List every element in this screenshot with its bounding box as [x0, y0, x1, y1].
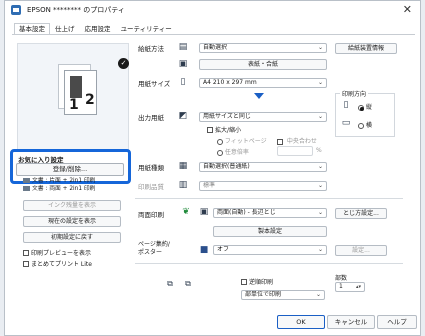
chevron-down-icon: ⌄: [317, 113, 323, 120]
divider: [135, 198, 403, 199]
cover-sheet-icon: ▣: [178, 59, 188, 69]
window-title: EPSON ******** のプロパティ: [27, 5, 125, 14]
margin-settings-button[interactable]: とじ方設定...: [335, 208, 387, 219]
multi-page-label: ページ集約/ ポスター: [138, 241, 170, 256]
duplex-label: 両面印刷: [138, 211, 164, 219]
cover-sheet-button[interactable]: 表紙・合紙: [199, 59, 327, 70]
chevron-down-icon: ⌄: [317, 182, 323, 189]
divider: [135, 263, 403, 264]
scale-checkbox[interactable]: 拡大/縮小: [207, 125, 241, 134]
landscape-icon: ▭: [341, 118, 351, 128]
preview-page-front: 1 2: [64, 70, 97, 115]
collate-icon-2: ⧉: [185, 279, 191, 288]
properties-window: EPSON ******** のプロパティ ✕ 基本設定 仕上げ 応用設定 ユー…: [4, 0, 421, 336]
close-icon[interactable]: ✕: [403, 3, 412, 16]
tab-divider: [12, 34, 415, 35]
paper-type-icon: ▦: [178, 161, 188, 171]
print-preview-checkbox[interactable]: 印刷プレビューを表示: [23, 248, 91, 257]
chevron-down-icon: ⌄: [317, 79, 323, 86]
reset-defaults-button[interactable]: 初期設定に戻す: [23, 232, 121, 243]
preview-image-bar: [70, 76, 82, 98]
chevron-down-icon: ⌄: [317, 44, 323, 51]
reverse-order-checkbox[interactable]: 逆順印刷: [241, 277, 273, 286]
multi-page-select[interactable]: オフ ⌄: [213, 245, 327, 255]
print-quality-label: 印刷品質: [138, 183, 164, 191]
copies-input[interactable]: 1 ▴▾: [335, 282, 365, 292]
arrow-down-icon: [254, 93, 264, 99]
duplex-icon: ▣: [199, 207, 209, 217]
checkbox-box[interactable]: [207, 126, 213, 133]
chevron-down-icon: ⌄: [317, 209, 323, 216]
current-settings-button[interactable]: 現在の設定を表示: [23, 216, 121, 227]
portrait-radio[interactable]: 縦: [358, 102, 372, 111]
list-item[interactable]: 文書 : 片面 + 2in1 印刷: [23, 177, 129, 185]
any-ratio-radio[interactable]: 任意倍率: [217, 147, 249, 156]
paper-type-label: 用紙種類: [138, 164, 164, 172]
radio-button: [217, 138, 223, 145]
chevron-down-icon: ⌄: [317, 163, 323, 170]
center-checkbox[interactable]: 中央合わせ: [277, 136, 317, 145]
output-paper-select[interactable]: 用紙サイズと同じ ⌄: [199, 112, 327, 122]
print-lite-checkbox[interactable]: まとめてプリント Lite: [23, 259, 92, 268]
paper-type-select[interactable]: 自動選択(普通紙) ⌄: [199, 162, 327, 172]
ink-remaining-button[interactable]: インク残量を表示: [23, 200, 121, 211]
landscape-radio[interactable]: 横: [358, 120, 372, 129]
paper-source-select[interactable]: 自動選択 ⌄: [199, 43, 327, 53]
multi-page-settings-button[interactable]: 設定...: [335, 245, 387, 256]
document-icon: [23, 178, 30, 183]
checkbox-box[interactable]: [23, 249, 29, 256]
help-button[interactable]: ヘルプ: [377, 315, 417, 329]
multi-page-icon: ■: [199, 245, 209, 255]
preview-page-2: 2: [85, 92, 95, 108]
paper-size-label: 用紙サイズ: [138, 80, 171, 88]
radio-button: [217, 149, 223, 156]
copies-label: 部数: [335, 275, 348, 282]
leaf-icon: ❦: [182, 207, 190, 217]
chevron-down-icon: ⌄: [317, 246, 323, 253]
checkbox-box[interactable]: [241, 278, 247, 285]
orientation-title: 印刷方向: [340, 89, 369, 98]
ratio-input[interactable]: [277, 146, 313, 156]
document-icon: [23, 186, 30, 191]
spinner-icon: ▴▾: [355, 284, 361, 290]
favorites-list: 文書 : 片面 + 2in1 印刷 文書 : 両面 + 2in1 印刷: [23, 177, 129, 193]
paper-size-select[interactable]: A4 210 x 297 mm ⌄: [199, 78, 327, 88]
duplex-select[interactable]: 両面(自動) - 長辺とじ ⌄: [213, 208, 327, 218]
portrait-icon: ▯: [343, 100, 349, 110]
preview-page-1: 1: [69, 97, 79, 113]
percent-label: %: [316, 147, 322, 154]
chevron-down-icon: ⌄: [315, 291, 321, 298]
list-item[interactable]: 文書 : 両面 + 2in1 印刷: [23, 185, 129, 193]
tray-info-button[interactable]: 給紙装置情報: [335, 43, 397, 54]
register-delete-button[interactable]: 登録/削除...: [16, 163, 124, 176]
orientation-group: 印刷方向 ▯ 縦 ▭ 横: [335, 89, 395, 137]
print-quality-icon: ▥: [178, 180, 188, 190]
paper-size-icon: ▯: [180, 77, 186, 87]
radio-button[interactable]: [358, 122, 364, 129]
checkbox-box: [277, 138, 283, 145]
title-bar: EPSON ******** のプロパティ ✕: [5, 1, 420, 18]
radio-button[interactable]: [358, 104, 364, 111]
ok-button[interactable]: OK: [277, 315, 325, 329]
printer-app-icon: [11, 4, 21, 15]
output-paper-icon: ◩: [178, 111, 188, 121]
tray-icon: ▤: [178, 42, 188, 52]
checkbox-box[interactable]: [23, 260, 29, 267]
check-icon: ✓: [118, 58, 129, 69]
paper-source-label: 給紙方法: [138, 45, 164, 53]
print-quality-select[interactable]: 標準 ⌄: [199, 181, 327, 191]
fit-page-radio[interactable]: フィットページ: [217, 136, 267, 145]
collate-icon: ⧉: [167, 279, 173, 288]
cancel-button[interactable]: キャンセル: [327, 315, 375, 329]
booklet-settings-button[interactable]: 製本設定: [213, 226, 327, 237]
output-paper-label: 出力用紙: [138, 114, 164, 122]
collate-select[interactable]: 部単位で印刷 ⌄: [241, 290, 325, 300]
print-preview: 1 2 ✓: [17, 43, 129, 151]
